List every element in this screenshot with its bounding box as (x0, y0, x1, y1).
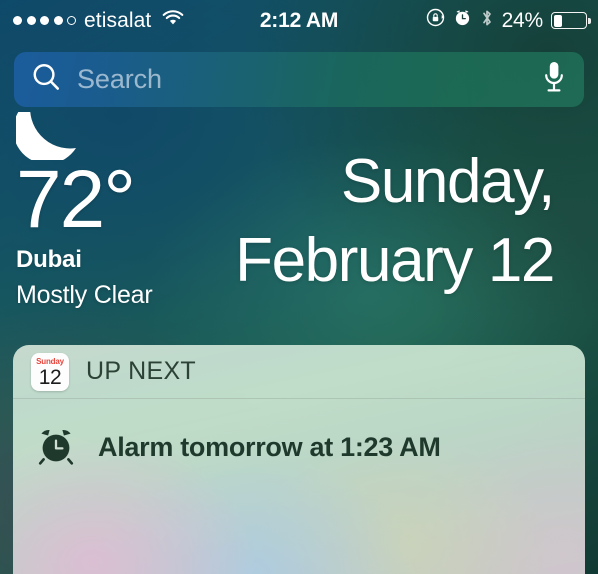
battery-icon (551, 12, 587, 29)
up-next-item-label: Alarm tomorrow at 1:23 AM (98, 432, 441, 462)
date-month-day: February 12 (235, 226, 555, 296)
calendar-icon-weekday: Sunday (36, 356, 64, 366)
status-bar-clock: 2:12 AM (259, 8, 339, 32)
crescent-moon-icon (16, 112, 153, 160)
up-next-item-alarm[interactable]: Alarm tomorrow at 1:23 AM (13, 399, 585, 496)
alarm-clock-icon (35, 424, 77, 471)
search-bar[interactable]: Search (14, 52, 584, 107)
weather-condition: Mostly Clear (16, 281, 153, 310)
ios-search-screen: etisalat 2:12 AM 24% Search 72° Dubai Mo… (0, 0, 598, 574)
calendar-icon: Sunday 12 (31, 352, 69, 391)
date-weekday: Sunday, (340, 147, 556, 216)
battery-fill-level (553, 14, 562, 27)
weather-city: Dubai (16, 246, 82, 274)
up-next-title: UP NEXT (86, 357, 196, 385)
microphone-icon[interactable] (540, 59, 568, 100)
status-bar: etisalat 2:12 AM 24% (0, 0, 598, 41)
up-next-widget[interactable]: Sunday 12 UP NEXT Alarm tomorrow at 1:23… (13, 345, 585, 574)
search-input[interactable]: Search (77, 64, 540, 95)
calendar-icon-day: 12 (38, 365, 62, 389)
date-display: Sunday, February 12 (235, 142, 556, 301)
weather-temperature: 72° (16, 154, 136, 245)
search-icon (30, 61, 63, 99)
weather-widget: 72° Dubai Mostly Clear (16, 112, 153, 310)
up-next-header: Sunday 12 UP NEXT (13, 345, 585, 398)
